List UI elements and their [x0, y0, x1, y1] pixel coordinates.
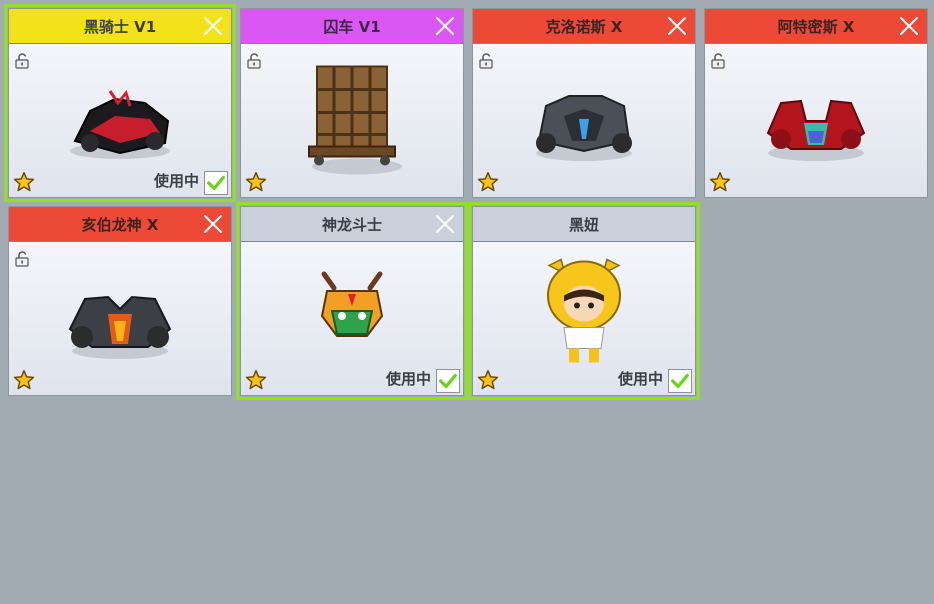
use-checkbox[interactable]	[436, 369, 460, 393]
card-header: 囚车 V1	[241, 9, 463, 44]
item-card-prison-cart[interactable]: 囚车 V1	[240, 8, 464, 198]
star-icon	[245, 369, 267, 391]
card-header: 黑骑士 V1	[9, 9, 231, 44]
card-header: 亥伯龙神 X	[9, 207, 231, 242]
card-header: 神龙斗士	[241, 207, 463, 242]
lock-icon	[710, 52, 726, 69]
yellow-hood-character-icon	[547, 258, 621, 363]
item-card-dragon-warrior[interactable]: 神龙斗士 使用中	[236, 202, 468, 400]
card-title: 黑妞	[568, 215, 599, 234]
lock-icon	[478, 52, 494, 69]
item-card-artemis[interactable]: 阿特密斯 X	[704, 8, 928, 198]
use-checkbox[interactable]	[668, 369, 692, 393]
in-use-label: 使用中	[385, 370, 431, 388]
close-icon[interactable]	[899, 16, 919, 36]
artemis-kart-icon	[766, 99, 866, 161]
item-card-black-knight[interactable]: 黑骑士 V1 使用中	[4, 4, 236, 202]
kronos-kart-icon	[536, 94, 632, 161]
card-title: 黑骑士 V1	[83, 17, 157, 36]
dragon-warrior-mask-icon	[320, 271, 384, 338]
in-use-label: 使用中	[617, 370, 663, 388]
star-icon	[477, 369, 499, 391]
item-card-hyperion[interactable]: 亥伯龙神 X	[8, 206, 232, 396]
card-title: 克洛诺斯 X	[545, 17, 623, 36]
hyperion-kart-icon	[68, 295, 172, 359]
card-header: 阿特密斯 X	[705, 9, 927, 44]
use-checkbox[interactable]	[204, 171, 228, 195]
card-header: 黑妞	[473, 207, 695, 242]
black-knight-kart-icon	[70, 89, 170, 159]
check-icon	[669, 370, 691, 392]
star-icon	[13, 369, 35, 391]
close-icon[interactable]	[203, 214, 223, 234]
star-icon	[245, 171, 267, 193]
lock-icon	[14, 250, 30, 267]
lock-icon	[246, 52, 262, 69]
lock-icon	[14, 52, 30, 69]
in-use-label: 使用中	[153, 172, 199, 190]
check-icon	[205, 172, 227, 194]
card-title: 亥伯龙神 X	[81, 215, 159, 234]
wooden-cage-cart-icon	[308, 65, 402, 175]
star-icon	[477, 171, 499, 193]
star-icon	[709, 171, 731, 193]
close-icon[interactable]	[435, 16, 455, 36]
check-icon	[437, 370, 459, 392]
close-icon[interactable]	[435, 214, 455, 234]
card-title: 神龙斗士	[321, 215, 382, 234]
item-card-kronos[interactable]: 克洛诺斯 X	[472, 8, 696, 198]
item-card-heiniu[interactable]: 黑妞 使用中	[468, 202, 700, 400]
card-title: 阿特密斯 X	[777, 17, 855, 36]
close-icon[interactable]	[203, 16, 223, 36]
card-title: 囚车 V1	[323, 17, 381, 36]
card-header: 克洛诺斯 X	[473, 9, 695, 44]
close-icon[interactable]	[667, 16, 687, 36]
star-icon	[13, 171, 35, 193]
